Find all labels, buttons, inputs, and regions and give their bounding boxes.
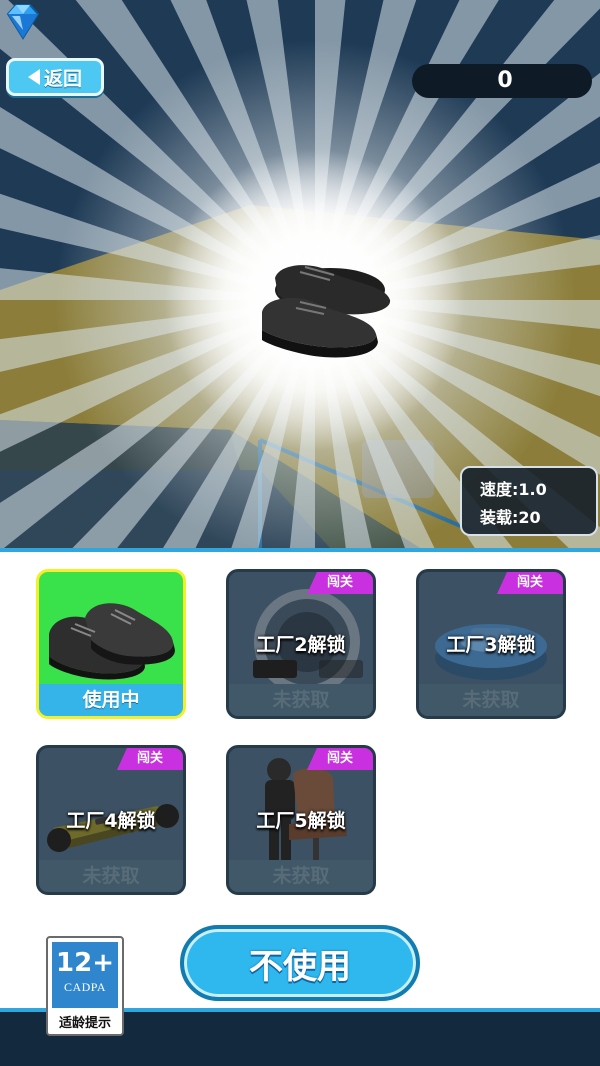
age-rating-org: CADPA: [63, 980, 107, 994]
item-status-label: 未获取: [229, 684, 373, 716]
capacity-stat: 装载:20: [480, 508, 541, 527]
preview-scene: 返回 0 速度:1.0 装载:20: [0, 0, 600, 548]
unlock-condition: 工厂5解锁: [256, 810, 346, 832]
item-card-shoes[interactable]: 使用中: [36, 569, 186, 719]
level-tag: 闯关: [497, 572, 563, 594]
back-button[interactable]: 返回: [6, 58, 104, 96]
gem-count: 0: [497, 68, 513, 93]
speed-stat: 速度:1.0: [480, 480, 547, 499]
age-rating-badge: 12+ CADPA 适龄提示: [46, 936, 124, 1036]
item-status-label: 未获取: [229, 860, 373, 892]
age-rating-tip: 适龄提示: [58, 1016, 111, 1031]
level-tag: 闯关: [117, 748, 183, 770]
unlock-condition: 工厂4解锁: [66, 810, 156, 832]
back-arrow-icon: [27, 69, 40, 85]
age-rating-value: 12+: [56, 948, 114, 978]
unlock-condition: 工厂3解锁: [446, 634, 536, 656]
unlock-condition: 工厂2解锁: [256, 634, 346, 656]
item-status-label: 未获取: [419, 684, 563, 716]
diamond-icon: [6, 4, 40, 40]
black-shoes-preview: [262, 265, 391, 358]
stats-panel: 速度:1.0 装载:20: [460, 466, 598, 536]
item-card-unicycle[interactable]: 闯关 工厂2解锁 未获取: [226, 569, 376, 719]
item-status-label: 未获取: [39, 860, 183, 892]
level-tag: 闯关: [307, 748, 373, 770]
back-label: 返回: [43, 67, 82, 90]
level-tag: 闯关: [307, 572, 373, 594]
item-card-office-chair[interactable]: 闯关 工厂5解锁 未获取: [226, 745, 376, 895]
item-card-hoverboard[interactable]: 闯关 工厂4解锁 未获取: [36, 745, 186, 895]
age-rating-icon: 12+ CADPA: [52, 942, 118, 1008]
unuse-button[interactable]: 不使用: [180, 925, 420, 1001]
item-status-label: 使用中: [39, 684, 183, 716]
item-card-robot-vacuum[interactable]: 闯关 工厂3解锁 未获取: [416, 569, 566, 719]
